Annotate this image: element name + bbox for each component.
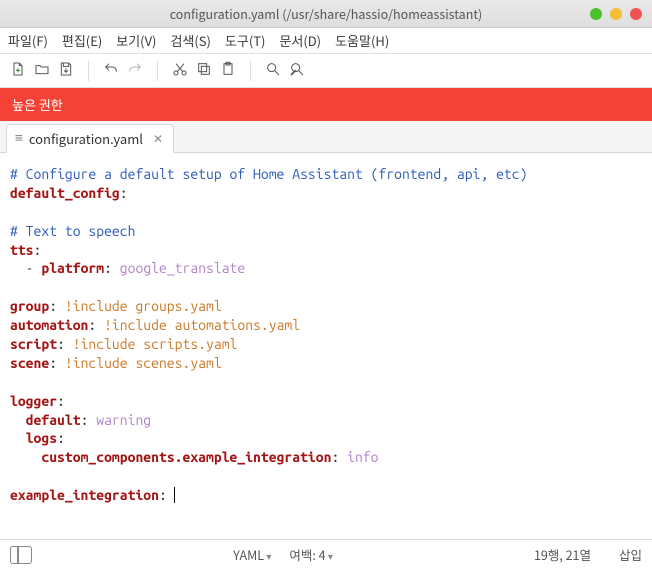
minimize-button[interactable] bbox=[590, 8, 602, 20]
status-language[interactable]: YAML bbox=[233, 545, 271, 564]
search-icon[interactable] bbox=[265, 61, 281, 81]
code-value: !include scenes.yaml bbox=[65, 355, 222, 371]
code-value: !include automations.yaml bbox=[104, 317, 300, 333]
tab-close-icon[interactable]: ✕ bbox=[153, 130, 163, 147]
replace-icon[interactable] bbox=[289, 61, 305, 81]
window-titlebar: configuration.yaml (/usr/share/hassio/ho… bbox=[0, 0, 652, 28]
menu-tools[interactable]: 도구(T) bbox=[225, 31, 266, 50]
code-value: !include scripts.yaml bbox=[73, 336, 238, 352]
status-spaces[interactable]: 여백: 4 bbox=[289, 545, 332, 564]
open-file-icon[interactable] bbox=[34, 61, 50, 81]
text-cursor bbox=[166, 487, 175, 503]
code-key: script bbox=[10, 336, 57, 352]
elevated-privileges-banner: 높은 권한 bbox=[0, 88, 652, 121]
code-key: automation bbox=[10, 317, 88, 333]
menu-search[interactable]: 검색(S) bbox=[170, 31, 210, 50]
menu-document[interactable]: 문서(D) bbox=[279, 31, 321, 50]
status-position: 19행, 21열 bbox=[534, 545, 591, 564]
undo-icon[interactable] bbox=[103, 61, 119, 81]
code-key: logs bbox=[26, 430, 57, 446]
code-value: google_translate bbox=[120, 260, 245, 276]
code-key: platform bbox=[41, 260, 104, 276]
menu-help[interactable]: 도움말(H) bbox=[335, 31, 389, 50]
new-file-icon[interactable] bbox=[10, 61, 26, 81]
toolbar bbox=[0, 54, 652, 88]
code-value: warning bbox=[96, 412, 151, 428]
code-value: info bbox=[347, 449, 378, 465]
tabbar: ≡ configuration.yaml ✕ bbox=[0, 121, 652, 153]
code-key: default bbox=[26, 412, 81, 428]
code-key: scene bbox=[10, 355, 49, 371]
tab-configuration-yaml[interactable]: ≡ configuration.yaml ✕ bbox=[6, 124, 174, 153]
code-key: example_integration bbox=[10, 487, 159, 503]
statusbar: YAML 여백: 4 19행, 21열 삽입 bbox=[0, 539, 652, 569]
code-value: !include groups.yaml bbox=[65, 298, 222, 314]
banner-text: 높은 권한 bbox=[12, 95, 63, 114]
editor-area[interactable]: # Configure a default setup of Home Assi… bbox=[0, 153, 652, 539]
window-controls bbox=[590, 8, 642, 20]
code-key: default_config bbox=[10, 185, 120, 201]
copy-icon[interactable] bbox=[196, 61, 212, 81]
tab-file-icon: ≡ bbox=[15, 131, 23, 146]
code-key: custom_components.example_integration bbox=[41, 449, 331, 465]
close-button[interactable] bbox=[630, 8, 642, 20]
window-title: configuration.yaml (/usr/share/hassio/ho… bbox=[170, 4, 483, 23]
menu-file[interactable]: 파일(F) bbox=[8, 31, 48, 50]
paste-icon[interactable] bbox=[220, 61, 236, 81]
menu-view[interactable]: 보기(V) bbox=[116, 31, 156, 50]
code-key: group bbox=[10, 298, 49, 314]
save-file-icon[interactable] bbox=[58, 61, 74, 81]
tab-label: configuration.yaml bbox=[29, 129, 143, 148]
cut-icon[interactable] bbox=[172, 61, 188, 81]
side-panel-icon[interactable] bbox=[10, 546, 32, 564]
menu-edit[interactable]: 편집(E) bbox=[62, 31, 102, 50]
redo-icon[interactable] bbox=[127, 61, 143, 81]
status-mode: 삽입 bbox=[619, 545, 642, 564]
menubar: 파일(F) 편집(E) 보기(V) 검색(S) 도구(T) 문서(D) 도움말(… bbox=[0, 28, 652, 54]
code-comment: # Text to speech bbox=[10, 223, 135, 239]
code-key: tts bbox=[10, 242, 34, 258]
code-comment: # Configure a default setup of Home Assi… bbox=[10, 166, 527, 182]
code-key: logger bbox=[10, 393, 57, 409]
maximize-button[interactable] bbox=[610, 8, 622, 20]
